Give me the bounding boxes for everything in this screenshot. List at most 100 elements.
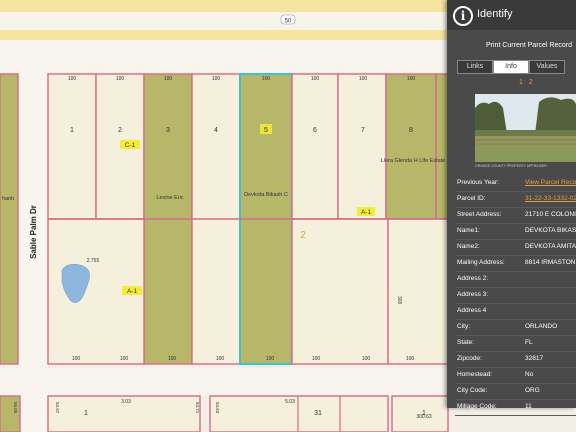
attribute-key: Mailing Address: (457, 259, 505, 266)
dim-label: 100 (72, 356, 81, 362)
parcel-lot-7[interactable] (337, 73, 387, 220)
attribute-value: DEVKOTA BIKASH (525, 227, 576, 234)
attribute-row: Street Address: 21710 E COLONIAL (455, 208, 576, 224)
pager-page-2[interactable]: 2 (529, 79, 533, 86)
parcel-lot-1[interactable] (47, 73, 97, 220)
attribute-value: 11 (525, 403, 532, 410)
owner-label: Levine Eric (156, 195, 183, 201)
print-parcel-record-link[interactable]: Print Current Parcel Record (486, 42, 572, 49)
attribute-key: City: (457, 323, 470, 330)
block-number: 2 (300, 230, 306, 241)
attribute-key: Address 2: (457, 275, 489, 282)
pager-page-1[interactable]: 1 (519, 79, 523, 86)
dim-label: 100 (116, 76, 125, 82)
lot-number: 8 (409, 127, 413, 134)
attribute-value: 8814 IRMASTONE (525, 259, 576, 266)
attribute-key: City Code: (457, 387, 488, 394)
road-south (0, 368, 448, 396)
dim-label: 100 (312, 356, 321, 362)
zoning-label: C-1 (125, 142, 136, 149)
dim-label: 100 (311, 76, 320, 82)
attribute-value: 21710 E COLONIAL (525, 211, 576, 218)
parcel-lot-bottom-east[interactable] (291, 218, 389, 365)
lot-number: 2 (118, 127, 122, 134)
attribute-key: Name2: (457, 243, 480, 250)
dim-label: 3.03 (121, 399, 131, 405)
dim-label: 100 (266, 356, 275, 362)
lot-number: 1 (70, 127, 74, 134)
owner-label: Devkota Bikash C (244, 192, 288, 198)
info-icon: i (453, 6, 473, 26)
attribute-key: Millage Code: (457, 403, 497, 410)
attribute-row: Homestead: No (455, 368, 576, 384)
zoning-label: A-1 (127, 288, 138, 295)
dim-label: 100 (407, 76, 416, 82)
panel-tabs: Links Info Values (457, 60, 565, 74)
attribute-row: Address 3: (455, 288, 576, 304)
dim-label: 100 (164, 76, 173, 82)
lot-number: 4 (214, 127, 218, 134)
attribute-row: Previous Year: View Parcel Record (455, 176, 576, 192)
attribute-key: Street Address: (457, 211, 502, 218)
attribute-value: 32817 (525, 355, 544, 362)
dim-label: 55.85 (13, 402, 18, 414)
dim-label: 300.63 (416, 414, 432, 420)
dim-label: 100 (262, 76, 271, 82)
parcel-block (47, 73, 449, 365)
parcel-south-31[interactable] (209, 395, 389, 432)
dim-label: 100 (168, 356, 177, 362)
dim-label: 2.755 (87, 258, 100, 264)
dim-label: 54.71 (195, 402, 200, 414)
dim-label: 100 (68, 76, 77, 82)
parcel-lot-8[interactable] (385, 73, 437, 220)
parcel-photo[interactable] (475, 94, 576, 162)
attribute-value: FL (525, 339, 533, 346)
attribute-row: Address 4 (455, 304, 576, 320)
dim-label: 100 (216, 356, 225, 362)
attribute-value-link[interactable]: View Parcel Record (525, 179, 576, 186)
tab-links[interactable]: Links (457, 60, 493, 74)
attribute-value: DEVKOTA AMITA (525, 243, 576, 250)
dim-label: 100 (362, 356, 371, 362)
lot-number: 3 (166, 127, 170, 134)
attribute-key: Parcel ID: (457, 195, 486, 202)
attribute-row: Parcel ID: 31-22-33-1332-02- (455, 192, 576, 208)
identify-panel: i Identify Print Current Parcel Record L… (447, 0, 576, 416)
lot-number: 1 (84, 410, 88, 417)
attribute-value-link[interactable]: 31-22-33-1332-02- (525, 195, 576, 202)
route-number: 50 (285, 19, 292, 25)
parcel-west-partial[interactable] (0, 73, 19, 365)
dim-label: 100 (120, 356, 129, 362)
attribute-row: City Code: ORG (455, 384, 576, 400)
attribute-key: Previous Year: (457, 179, 499, 186)
attribute-value: ORLANDO (525, 323, 558, 330)
parcel-lot-bottom-far-east[interactable] (387, 218, 449, 365)
panel-title: Identify (477, 8, 513, 20)
dim-label: 5.03 (285, 399, 295, 405)
tab-values[interactable]: Values (529, 60, 565, 74)
attribute-key: Zipcode: (457, 355, 482, 362)
attribute-row: Zipcode: 32817 (455, 352, 576, 368)
tab-info[interactable]: Info (493, 60, 529, 74)
lot-number: 6 (313, 127, 317, 134)
attribute-key: State: (457, 339, 474, 346)
attribute-row: Name2: DEVKOTA AMITA (455, 240, 576, 256)
attribute-key: Homestead: (457, 371, 493, 378)
parcel-lot-6[interactable] (291, 73, 339, 220)
dim-label: 54.63 (215, 402, 220, 414)
attribute-key: Name1: (457, 227, 480, 234)
street-name: Sable Palm Dr (29, 205, 38, 259)
attribute-value: ORG (525, 387, 540, 394)
lot-number: 31 (314, 410, 322, 417)
dim-label: 100 (212, 76, 221, 82)
attribute-key: Address 3: (457, 291, 489, 298)
dim-label: 53.67 (55, 402, 60, 414)
attribute-table: Previous Year: View Parcel Record Parcel I… (455, 176, 576, 416)
result-pager: 1 2 (517, 79, 535, 86)
attribute-value: No (525, 371, 534, 378)
attribute-row: State: FL (455, 336, 576, 352)
owner-label-west: hanh (2, 196, 14, 202)
attribute-row: Mailing Address: 8814 IRMASTONE (455, 256, 576, 272)
attribute-row: Address 2: (455, 272, 576, 288)
lot-number: 7 (361, 127, 365, 134)
